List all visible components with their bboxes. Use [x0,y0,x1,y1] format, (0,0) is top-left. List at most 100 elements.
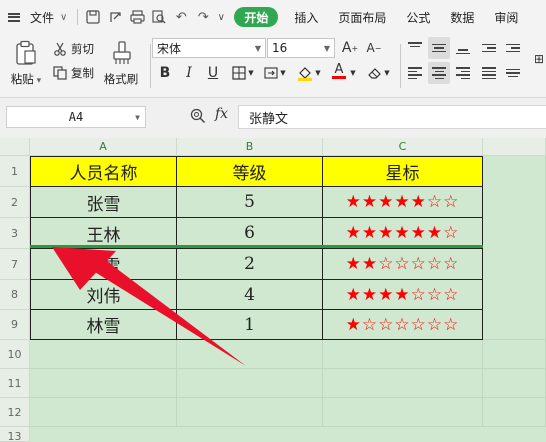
redo-icon[interactable]: ↷ [192,0,214,34]
star-rating-cell[interactable]: ★☆☆☆☆☆☆ [323,310,483,340]
paste-label: 粘贴 [10,72,34,86]
grid-cell[interactable] [323,340,483,369]
zoom-icon[interactable] [190,108,206,124]
star-rating-cell[interactable]: ★★☆☆☆☆☆ [323,249,483,280]
align-top-icon[interactable] [404,37,426,59]
save-icon[interactable] [82,0,104,34]
row-header[interactable]: 9 [0,310,30,340]
table-header-cell[interactable]: 人员名称 [31,157,177,187]
font-size-select[interactable]: 16 ▼ [267,38,335,58]
hamburger-menu-icon[interactable] [0,0,28,34]
decrease-indent-icon[interactable] [478,37,500,59]
grid-cell[interactable] [483,340,546,369]
grid-cell[interactable] [30,340,177,369]
tab-data[interactable]: 数据 [440,0,484,34]
paste-button[interactable]: 粘贴 ▾ [4,38,48,94]
tab-review[interactable]: 审阅 [484,0,518,34]
table-cell[interactable]: 张雪 [31,187,177,218]
chevron-down-icon[interactable]: ▼ [382,62,392,84]
merge-center-icon[interactable]: ⊞ [528,48,546,70]
chevron-down-icon[interactable]: ▼ [313,62,323,84]
align-right-icon[interactable] [452,62,474,84]
table-cell[interactable]: 1 [177,310,323,340]
row-header[interactable]: 10 [0,340,30,369]
row-header[interactable]: 12 [0,398,30,427]
column-header-c[interactable]: C [323,138,483,156]
table-cell[interactable]: 2 [177,249,323,280]
chevron-down-icon[interactable]: ∨ [60,12,67,23]
grid-cell[interactable] [323,398,483,427]
table-cell[interactable]: 林雪 [31,310,177,340]
chevron-down-icon[interactable]: ∨ [214,0,228,34]
table-cell[interactable]: 吴雪 [31,249,177,280]
grid-cell[interactable] [177,369,323,398]
table-cell[interactable]: 4 [177,280,323,310]
grid-cell[interactable] [483,369,546,398]
tab-home[interactable]: 开始 [234,7,279,27]
fx-icon[interactable]: fx [215,106,228,122]
grid-cell[interactable] [30,369,177,398]
justify-icon[interactable] [478,62,500,84]
hidden-rows-indicator [30,245,483,248]
print-preview-icon[interactable] [148,0,170,34]
increase-indent-icon[interactable] [502,37,524,59]
copy-icon [52,65,68,81]
chevron-down-icon[interactable]: ▼ [278,62,288,84]
table-cell[interactable]: 5 [177,187,323,218]
align-middle-icon[interactable] [428,37,450,59]
underline-icon[interactable]: U [202,62,224,84]
print-icon[interactable] [126,0,148,34]
bold-icon[interactable]: B [154,62,176,84]
table-cell[interactable]: 刘伟 [31,280,177,310]
select-all-corner[interactable] [0,138,30,156]
row-header[interactable]: 7 [0,249,30,280]
font-color-icon[interactable]: A [328,60,350,82]
star-rating-cell[interactable]: ★★★★☆☆☆ [323,280,483,310]
name-box-value: A4 [68,110,84,124]
font-size-value: 16 [272,41,288,55]
table-header-cell[interactable]: 星标 [323,157,483,187]
decrease-font-icon[interactable]: A − [363,37,385,59]
formula-input[interactable]: 张静文 [238,105,546,129]
row-header[interactable]: 11 [0,369,30,398]
column-header-empty[interactable] [483,138,546,156]
distributed-align-icon[interactable] [502,62,524,84]
column-header-a[interactable]: A [30,138,177,156]
italic-icon[interactable]: I [178,62,200,84]
grid-cell[interactable] [323,369,483,398]
grid-cell[interactable] [483,156,546,340]
tab-page-layout[interactable]: 页面布局 [328,0,396,34]
chevron-down-icon[interactable]: ▼ [135,113,140,122]
cut-button[interactable]: 剪切 [52,38,94,60]
grid-cell[interactable] [483,398,546,427]
scissors-icon [52,41,68,57]
tab-insert[interactable]: 插入 [284,0,328,34]
grid-cell[interactable] [177,398,323,427]
row-header[interactable]: 13 [0,427,30,442]
grid-cell[interactable] [177,340,323,369]
star-rating-cell[interactable]: ★★★★★☆☆ [323,187,483,218]
undo-icon[interactable]: ↶ [170,0,192,34]
align-left-icon[interactable] [404,62,426,84]
font-name-select[interactable]: 宋体 ▼ [152,38,266,58]
chevron-down-icon[interactable]: ▼ [348,62,358,84]
align-bottom-icon[interactable] [452,37,474,59]
name-box[interactable]: A4 ▼ [6,106,146,128]
row-header[interactable]: 3 [0,218,30,249]
table-header-cell[interactable]: 等级 [177,157,323,187]
chevron-down-icon[interactable]: ▼ [246,62,256,84]
format-painter-button[interactable]: 格式刷 [100,38,142,94]
copy-button[interactable]: 复制 [52,62,94,84]
row-header[interactable]: 8 [0,280,30,310]
column-header-b[interactable]: B [177,138,323,156]
menu-bar: 文件 ∨ ↶ ↷ ∨ 开始 插入 页面布局 公式 数据 审阅 [0,0,546,34]
row-header[interactable]: 2 [0,187,30,218]
file-menu[interactable]: 文件 [28,9,56,26]
increase-font-icon[interactable]: A + [339,37,361,59]
export-icon[interactable] [104,0,126,34]
grid-cell[interactable] [30,398,177,427]
align-center-icon[interactable] [428,62,450,84]
row-header[interactable]: 1 [0,156,30,187]
format-painter-label: 格式刷 [103,72,139,86]
tab-formulas[interactable]: 公式 [396,0,440,34]
